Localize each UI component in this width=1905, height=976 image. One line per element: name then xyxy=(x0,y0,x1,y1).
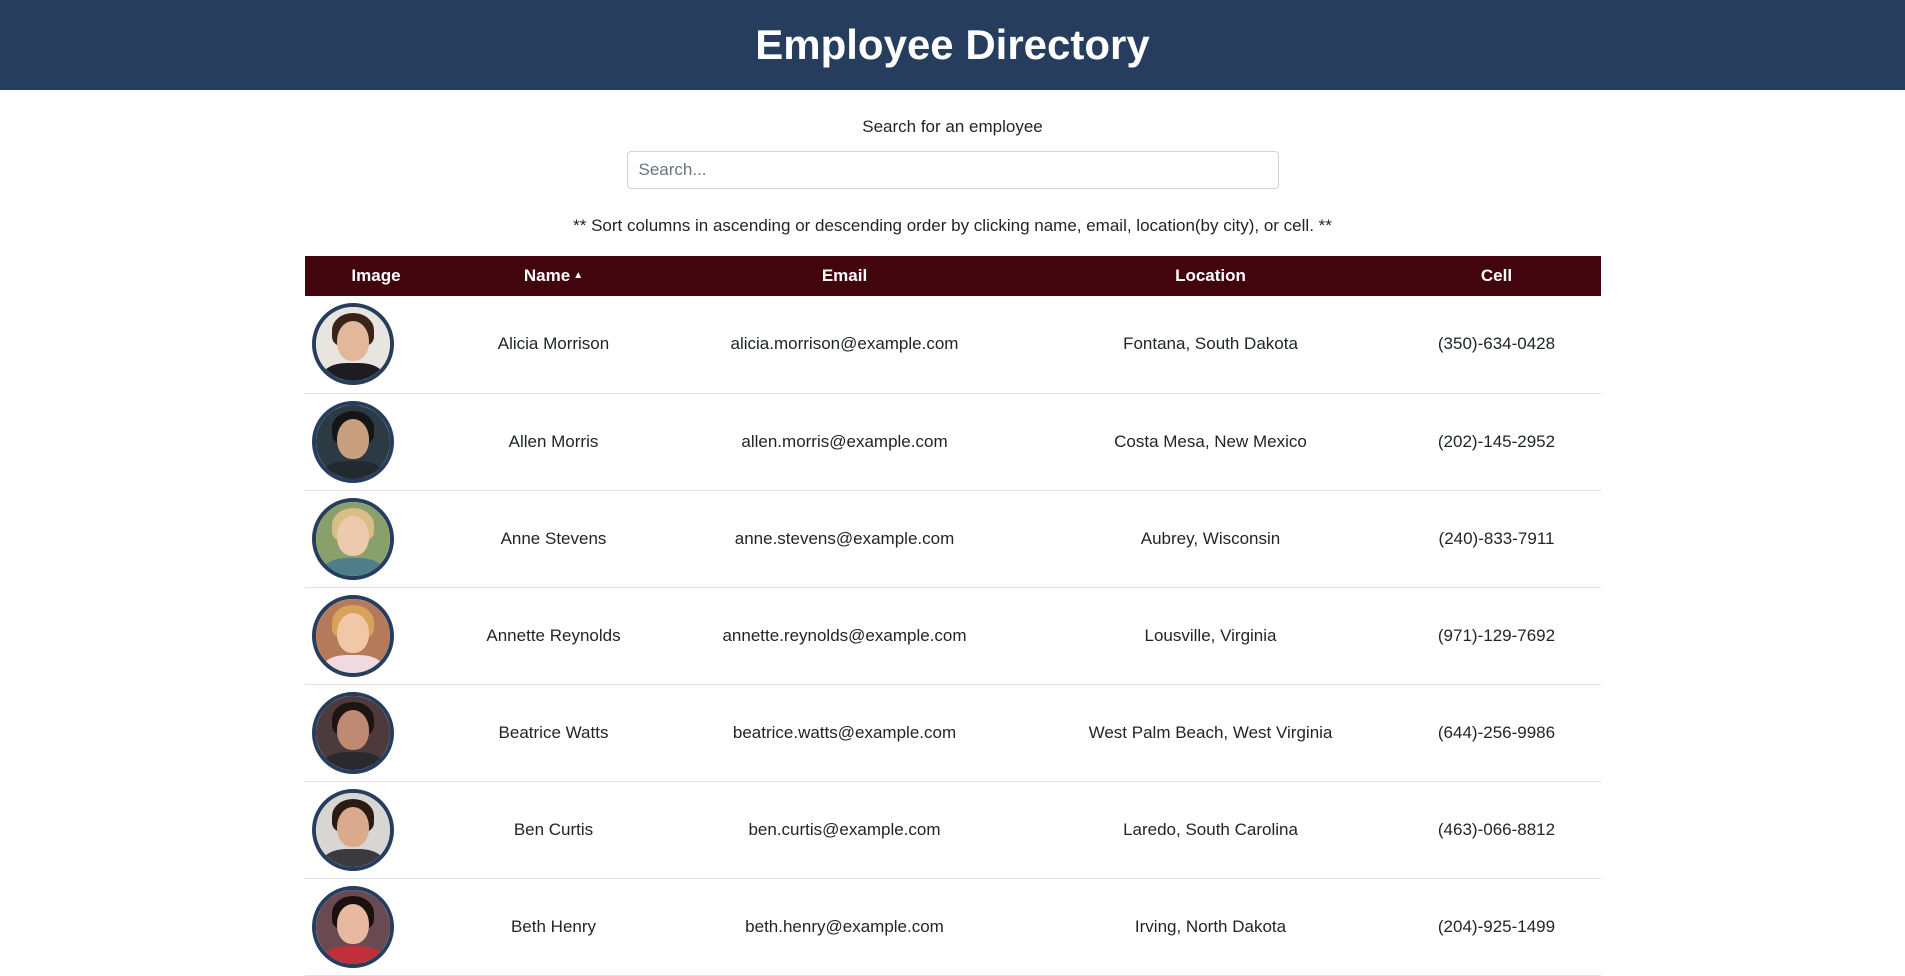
location-cell: Laredo, South Carolina xyxy=(1123,819,1298,839)
column-header-image: Image xyxy=(351,266,401,285)
avatar-face xyxy=(337,515,369,556)
avatar-face xyxy=(337,612,369,653)
avatar-face xyxy=(337,709,369,750)
table-row: Allen Morris allen.morris@example.com Co… xyxy=(305,393,1601,490)
location-cell: Fontana, South Dakota xyxy=(1123,334,1298,354)
name-cell: Allen Morris xyxy=(508,431,599,451)
search-label: Search for an employee xyxy=(862,117,1043,136)
avatar-body xyxy=(323,848,383,867)
location-cell: Aubrey, Wisconsin xyxy=(1140,528,1281,548)
name-cell: Annette Reynolds xyxy=(486,625,621,645)
column-header-cell[interactable]: Cell xyxy=(1392,256,1601,296)
table-row: Ben Curtis ben.curtis@example.com Laredo… xyxy=(305,781,1601,878)
avatar xyxy=(312,303,394,386)
cell-phone-cell: (971)-129-7692 xyxy=(1437,625,1556,645)
image-cell xyxy=(305,684,447,781)
image-cell xyxy=(305,878,447,975)
cell-phone-cell: (644)-256-9986 xyxy=(1437,722,1556,742)
cell-phone-cell: (240)-833-7911 xyxy=(1438,528,1555,548)
image-cell xyxy=(305,587,447,684)
email-cell: anne.stevens@example.com xyxy=(734,528,955,548)
avatar-body xyxy=(323,654,383,673)
email-cell: beth.henry@example.com xyxy=(745,916,944,936)
avatar-face xyxy=(337,903,369,944)
column-header-location[interactable]: Location xyxy=(1029,256,1392,296)
search-container xyxy=(0,151,1905,189)
table-row: Beatrice Watts beatrice.watts@example.co… xyxy=(305,684,1601,781)
employee-table: Image Name ▲ Email Location Cell Alicia M… xyxy=(305,256,1601,976)
cell-phone-cell: (204)-925-1499 xyxy=(1437,916,1556,936)
avatar xyxy=(312,497,394,580)
avatar xyxy=(312,788,394,871)
avatar-body xyxy=(323,751,383,770)
table-row: Alicia Morrison alicia.morrison@example.… xyxy=(305,296,1601,393)
name-cell: Ben Curtis xyxy=(513,819,594,839)
page-title: Employee Directory xyxy=(755,21,1150,68)
sort-instructions: ** Sort columns in ascending or descendi… xyxy=(573,216,1332,235)
cell-phone-cell: (350)-634-0428 xyxy=(1437,334,1556,354)
table-row: Anne Stevens anne.stevens@example.com Au… xyxy=(305,490,1601,587)
name-cell: Alicia Morrison xyxy=(497,334,610,354)
table-header: Image Name ▲ Email Location Cell xyxy=(305,256,1601,296)
sort-ascending-icon: ▲ xyxy=(573,270,584,281)
location-cell: Lousville, Virginia xyxy=(1144,625,1277,645)
employee-table-container: Image Name ▲ Email Location Cell Alicia M… xyxy=(305,256,1601,976)
email-cell: allen.morris@example.com xyxy=(741,431,948,451)
avatar-body xyxy=(323,945,383,964)
email-cell: beatrice.watts@example.com xyxy=(732,722,957,742)
avatar-body xyxy=(323,557,383,576)
avatar xyxy=(312,691,394,774)
table-row: Beth Henry beth.henry@example.com Irving… xyxy=(305,878,1601,975)
column-header-email[interactable]: Email xyxy=(660,256,1029,296)
name-cell: Beth Henry xyxy=(510,916,597,936)
image-cell xyxy=(305,490,447,587)
email-cell: ben.curtis@example.com xyxy=(748,819,941,839)
avatar-face xyxy=(337,418,369,459)
email-cell: annette.reynolds@example.com xyxy=(722,625,967,645)
image-cell xyxy=(305,393,447,490)
avatar-face xyxy=(337,806,369,847)
cell-phone-cell: (463)-066-8812 xyxy=(1437,819,1556,839)
email-cell: alicia.morrison@example.com xyxy=(730,334,959,354)
cell-phone-cell: (202)-145-2952 xyxy=(1437,431,1556,451)
search-input[interactable] xyxy=(626,151,1279,189)
column-header-name[interactable]: Name ▲ xyxy=(447,256,660,296)
table-row: Annette Reynolds annette.reynolds@exampl… xyxy=(305,587,1601,684)
avatar-body xyxy=(323,363,383,382)
name-cell: Beatrice Watts xyxy=(498,722,609,742)
name-cell: Anne Stevens xyxy=(500,528,607,548)
page-header: Employee Directory xyxy=(0,0,1905,90)
image-cell xyxy=(305,781,447,878)
avatar xyxy=(312,885,394,968)
avatar-body xyxy=(323,460,383,479)
image-cell xyxy=(305,296,447,393)
location-cell: Irving, North Dakota xyxy=(1134,916,1287,936)
table-body: Alicia Morrison alicia.morrison@example.… xyxy=(305,296,1601,975)
location-cell: West Palm Beach, West Virginia xyxy=(1088,722,1333,742)
location-cell: Costa Mesa, New Mexico xyxy=(1114,431,1307,451)
avatar xyxy=(312,594,394,677)
avatar xyxy=(312,400,394,483)
avatar-face xyxy=(337,321,369,362)
